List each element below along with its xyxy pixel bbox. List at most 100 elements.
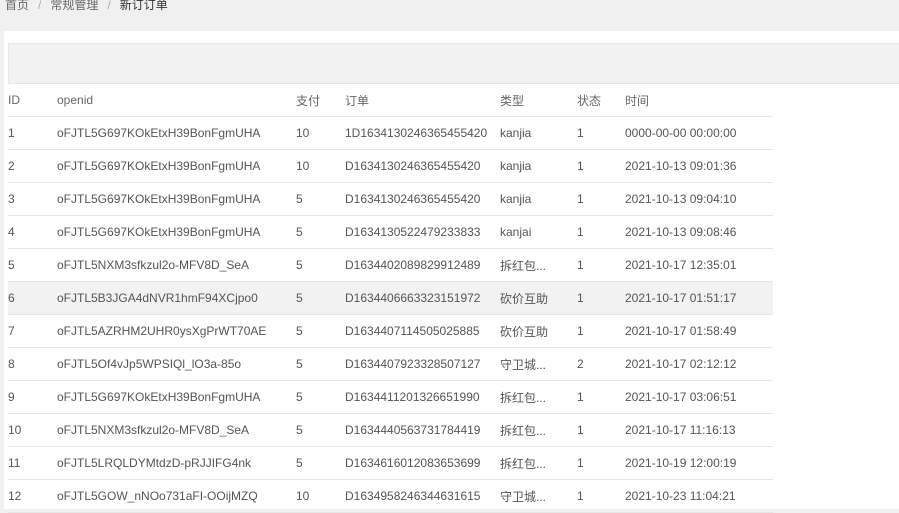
cell-time: 2021-10-17 11:16:13 [625,413,773,447]
table-row[interactable]: 5 oFJTL5NXM3sfkzul2o-MFV8D_SeA 5 D163440208… [8,248,773,282]
cell-openid: oFJTL5GOW_nNOo731aFI-OOijMZQ [57,479,296,513]
cell-openid: oFJTL5LRQLDYMtdzD-pRJJIFG4nk [57,446,296,480]
cell-id: 3 [8,182,57,216]
cell-id: 7 [8,314,57,348]
cell-order: D1634130246365455420 [345,149,500,183]
cell-status: 1 [577,314,625,348]
table-row[interactable]: 4 oFJTL5G697KOkEtxH39BonFgmUHA 5 D163413052… [8,215,773,249]
cell-time: 2021-10-13 09:01:36 [625,149,773,183]
breadcrumb: 首页 / 常规管理 / 新订订单 [5,0,168,13]
table-row[interactable]: 1 oFJTL5G697KOkEtxH39BonFgmUHA 10 1D1634130… [8,116,773,150]
cell-pay: 10 [296,479,345,513]
cell-time: 2021-10-17 02:12:12 [625,347,773,381]
table-row[interactable]: 11 oFJTL5LRQLDYMtdzD-pRJJIFG4nk 5 D16346160… [8,446,773,480]
cell-openid: oFJTL5G697KOkEtxH39BonFgmUHA [57,149,296,183]
cell-status: 1 [577,248,625,282]
cell-status: 2 [577,347,625,381]
orders-table-body: 1 oFJTL5G697KOkEtxH39BonFgmUHA 10 1D1634130… [8,116,773,513]
breadcrumb-home[interactable]: 首页 [5,0,29,12]
cell-pay: 5 [296,182,345,216]
cell-pay: 5 [296,215,345,249]
cell-pay: 5 [296,380,345,414]
breadcrumb-separator: / [38,0,42,12]
cell-order: 1D1634130246365455420 [345,116,500,150]
table-toolbar [8,43,899,84]
breadcrumb-bar: 首页 / 常规管理 / 新订订单 [0,0,899,30]
cell-id: 12 [8,479,57,513]
cell-status: 1 [577,149,625,183]
cell-type: kanjia [500,149,577,183]
table-row[interactable]: 2 oFJTL5G697KOkEtxH39BonFgmUHA 10 D16341302… [8,149,773,183]
content-panel: ID openid 支付 订单 类型 状态 时间 1 oFJTL5G697KOkE… [4,31,899,513]
cell-order: D1634411201326651990 [345,380,500,414]
cell-status: 1 [577,413,625,447]
column-header-type: 类型 [500,84,577,117]
table-row[interactable]: 9 oFJTL5G697KOkEtxH39BonFgmUHA 5 D163441120… [8,380,773,414]
cell-id: 8 [8,347,57,381]
cell-id: 6 [8,281,57,315]
table-row[interactable]: 3 oFJTL5G697KOkEtxH39BonFgmUHA 5 D163413024… [8,182,773,216]
cell-time: 2021-10-13 09:04:10 [625,182,773,216]
cell-type: kanjai [500,215,577,249]
cell-order: D1634406663323151972 [345,281,500,315]
cell-id: 2 [8,149,57,183]
table-row[interactable]: 6 oFJTL5B3JGA4dNVR1hmF94XCjpo0 5 D163440666… [8,281,773,315]
cell-pay: 5 [296,446,345,480]
cell-time: 2021-10-23 11:04:21 [625,479,773,513]
cell-id: 9 [8,380,57,414]
cell-type: 拆红包... [500,413,577,447]
table-row[interactable]: 12 oFJTL5GOW_nNOo731aFI-OOijMZQ 10 D1634958… [8,479,773,513]
column-header-openid: openid [57,84,296,117]
cell-pay: 5 [296,281,345,315]
cell-openid: oFJTL5G697KOkEtxH39BonFgmUHA [57,182,296,216]
table-row[interactable]: 10 oFJTL5NXM3sfkzul2o-MFV8D_SeA 5 D16344405… [8,413,773,447]
column-header-pay: 支付 [296,84,345,117]
cell-pay: 10 [296,149,345,183]
table-row[interactable]: 7 oFJTL5AZRHM2UHR0ysXgPrWT70AE 5 D163440711… [8,314,773,348]
cell-status: 1 [577,182,625,216]
cell-time: 2021-10-13 09:08:46 [625,215,773,249]
cell-openid: oFJTL5NXM3sfkzul2o-MFV8D_SeA [57,248,296,282]
cell-order: D1634402089829912489 [345,248,500,282]
cell-order: D1634616012083653699 [345,446,500,480]
orders-table: ID openid 支付 订单 类型 状态 时间 1 oFJTL5G697KOkE… [8,84,773,513]
cell-time: 2021-10-17 03:06:51 [625,380,773,414]
cell-status: 1 [577,281,625,315]
cell-type: kanjia [500,116,577,150]
cell-openid: oFJTL5NXM3sfkzul2o-MFV8D_SeA [57,413,296,447]
cell-time: 2021-10-19 12:00:19 [625,446,773,480]
cell-time: 0000-00-00 00:00:00 [625,116,773,150]
cell-openid: oFJTL5AZRHM2UHR0ysXgPrWT70AE [57,314,296,348]
cell-order: D1634407114505025885 [345,314,500,348]
cell-type: 砍价互助 [500,314,577,348]
breadcrumb-section[interactable]: 常规管理 [50,0,98,12]
cell-type: 守卫城... [500,347,577,381]
cell-pay: 5 [296,248,345,282]
breadcrumb-current: 新订订单 [119,0,168,12]
cell-status: 1 [577,380,625,414]
table-header-row: ID openid 支付 订单 类型 状态 时间 [8,84,773,117]
cell-pay: 5 [296,347,345,381]
column-header-order: 订单 [345,84,500,117]
cell-pay: 10 [296,116,345,150]
cell-id: 11 [8,446,57,480]
cell-time: 2021-10-17 12:35:01 [625,248,773,282]
cell-time: 2021-10-17 01:51:17 [625,281,773,315]
cell-pay: 5 [296,314,345,348]
cell-order: D1634440563731784419 [345,413,500,447]
cell-type: 拆红包... [500,446,577,480]
cell-time: 2021-10-17 01:58:49 [625,314,773,348]
cell-type: 拆红包... [500,248,577,282]
cell-id: 1 [8,116,57,150]
cell-status: 1 [577,215,625,249]
cell-type: 守卫城... [500,479,577,513]
cell-id: 10 [8,413,57,447]
cell-type: 砍价互助 [500,281,577,315]
cell-order: D1634958246344631615 [345,479,500,513]
cell-order: D1634130522479233833 [345,215,500,249]
cell-pay: 5 [296,413,345,447]
cell-openid: oFJTL5G697KOkEtxH39BonFgmUHA [57,116,296,150]
column-header-time: 时间 [625,84,773,117]
cell-openid: oFJTL5B3JGA4dNVR1hmF94XCjpo0 [57,281,296,315]
table-row[interactable]: 8 oFJTL5Of4vJp5WPSIQl_lO3a-85o 5 D163440792… [8,347,773,381]
